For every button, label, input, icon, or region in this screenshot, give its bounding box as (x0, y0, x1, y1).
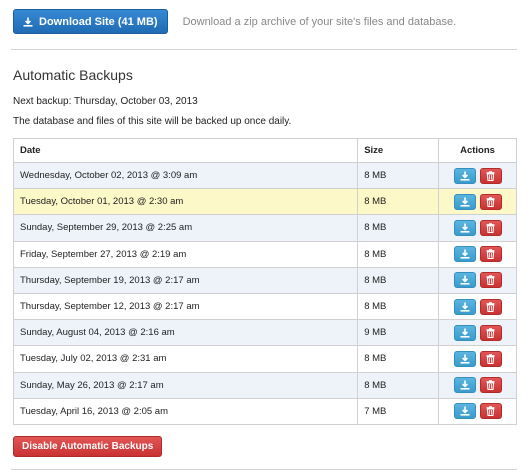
download-backup-button[interactable] (453, 272, 476, 289)
backup-date: Thursday, September 12, 2013 @ 2:17 am (12, 292, 359, 321)
backup-size: 7 MB (357, 397, 440, 425)
divider-bottom (11, 469, 517, 470)
download-icon (460, 197, 470, 207)
backup-size: 8 MB (357, 214, 440, 242)
download-backup-button[interactable] (453, 193, 476, 210)
next-backup-text: Next backup: Thursday, October 03, 2013 (13, 96, 198, 107)
table-row: Sunday, August 04, 2013 @ 2:16 am 9 MB (12, 319, 517, 347)
backup-size: 8 MB (357, 345, 440, 373)
row-actions (438, 292, 517, 321)
trash-icon (486, 406, 495, 417)
table-row: Sunday, September 29, 2013 @ 2:25 am 8 M… (12, 214, 517, 242)
backup-date: Sunday, September 29, 2013 @ 2:25 am (12, 214, 359, 242)
table-row: Wednesday, October 02, 2013 @ 3:09 am 8 … (12, 161, 517, 190)
download-icon (460, 406, 470, 416)
delete-backup-button[interactable] (479, 377, 502, 394)
row-actions (438, 319, 517, 347)
backup-date: Friday, September 27, 2013 @ 2:19 am (12, 240, 359, 268)
trash-icon (486, 249, 495, 260)
download-icon (460, 249, 470, 259)
backup-date: Tuesday, October 01, 2013 @ 2:30 am (12, 188, 359, 216)
row-actions (438, 371, 517, 399)
backups-page: Download Site (41 MB) Download a zip arc… (0, 0, 530, 473)
backup-schedule-note: The database and files of this site will… (13, 116, 292, 127)
download-backup-button[interactable] (453, 298, 476, 315)
download-backup-button[interactable] (453, 350, 476, 367)
download-backup-button[interactable] (453, 219, 476, 236)
table-header-row: Date Size Actions (12, 138, 517, 163)
backup-date: Tuesday, July 02, 2013 @ 2:31 am (12, 345, 359, 373)
trash-icon (486, 196, 495, 207)
row-actions (438, 345, 517, 373)
backups-table: Date Size Actions Wednesday, October 02,… (12, 138, 517, 425)
row-actions (438, 188, 517, 216)
download-icon (23, 17, 33, 27)
delete-backup-button[interactable] (479, 193, 502, 210)
backup-size: 8 MB (357, 240, 440, 268)
download-icon (460, 171, 470, 181)
delete-backup-button[interactable] (479, 350, 502, 367)
row-actions (438, 214, 517, 242)
backup-size: 8 MB (357, 188, 440, 216)
trash-icon (486, 275, 495, 286)
download-icon (460, 354, 470, 364)
table-row: Tuesday, October 01, 2013 @ 2:30 am 8 MB (12, 188, 517, 216)
delete-backup-button[interactable] (479, 324, 502, 341)
download-icon (460, 223, 470, 233)
backup-date: Wednesday, October 02, 2013 @ 3:09 am (12, 161, 359, 190)
table-row: Thursday, September 19, 2013 @ 2:17 am 8… (12, 266, 517, 294)
delete-backup-button[interactable] (479, 298, 502, 315)
backup-date: Sunday, August 04, 2013 @ 2:16 am (12, 319, 359, 347)
column-header-size: Size (357, 138, 440, 163)
trash-icon (486, 380, 495, 391)
column-header-actions: Actions (438, 138, 517, 163)
download-backup-button[interactable] (453, 403, 476, 420)
divider-top (11, 49, 517, 50)
download-icon (460, 302, 470, 312)
download-backup-button[interactable] (453, 377, 476, 394)
row-actions (438, 266, 517, 294)
download-backup-button[interactable] (453, 246, 476, 263)
download-backup-button[interactable] (453, 324, 476, 341)
table-row: Sunday, May 26, 2013 @ 2:17 am 8 MB (12, 371, 517, 399)
trash-icon (486, 223, 495, 233)
trash-icon (486, 354, 495, 364)
table-row: Tuesday, July 02, 2013 @ 2:31 am 8 MB (12, 345, 517, 373)
download-icon (460, 275, 470, 285)
download-bar: Download Site (41 MB) Download a zip arc… (13, 9, 456, 34)
backup-size: 8 MB (357, 371, 440, 399)
row-actions (438, 161, 517, 190)
backup-size: 8 MB (357, 266, 440, 294)
backup-date: Tuesday, April 16, 2013 @ 2:05 am (12, 397, 359, 425)
backup-size: 8 MB (357, 161, 440, 190)
disable-backups-button[interactable]: Disable Automatic Backups (13, 436, 163, 457)
download-site-button[interactable]: Download Site (41 MB) (13, 9, 168, 34)
download-description: Download a zip archive of your site's fi… (182, 15, 457, 28)
delete-backup-button[interactable] (479, 272, 502, 289)
download-icon (460, 328, 470, 338)
section-title: Automatic Backups (13, 67, 133, 83)
delete-backup-button[interactable] (479, 403, 502, 420)
delete-backup-button[interactable] (479, 246, 502, 263)
row-actions (438, 397, 517, 425)
download-icon (460, 380, 470, 390)
trash-icon (486, 170, 495, 181)
trash-icon (486, 301, 495, 312)
trash-icon (486, 327, 495, 338)
backup-date: Thursday, September 19, 2013 @ 2:17 am (12, 266, 359, 294)
table-row: Friday, September 27, 2013 @ 2:19 am 8 M… (12, 240, 517, 268)
delete-backup-button[interactable] (479, 219, 502, 236)
download-site-label: Download Site (41 MB) (39, 15, 158, 28)
backup-size: 8 MB (357, 292, 440, 321)
table-row: Thursday, September 12, 2013 @ 2:17 am 8… (12, 292, 517, 321)
delete-backup-button[interactable] (479, 167, 502, 184)
table-row: Tuesday, April 16, 2013 @ 2:05 am 7 MB (12, 397, 517, 425)
download-backup-button[interactable] (453, 167, 476, 184)
backup-date: Sunday, May 26, 2013 @ 2:17 am (12, 371, 359, 399)
row-actions (438, 240, 517, 268)
backup-size: 9 MB (357, 319, 440, 347)
column-header-date: Date (12, 138, 359, 163)
